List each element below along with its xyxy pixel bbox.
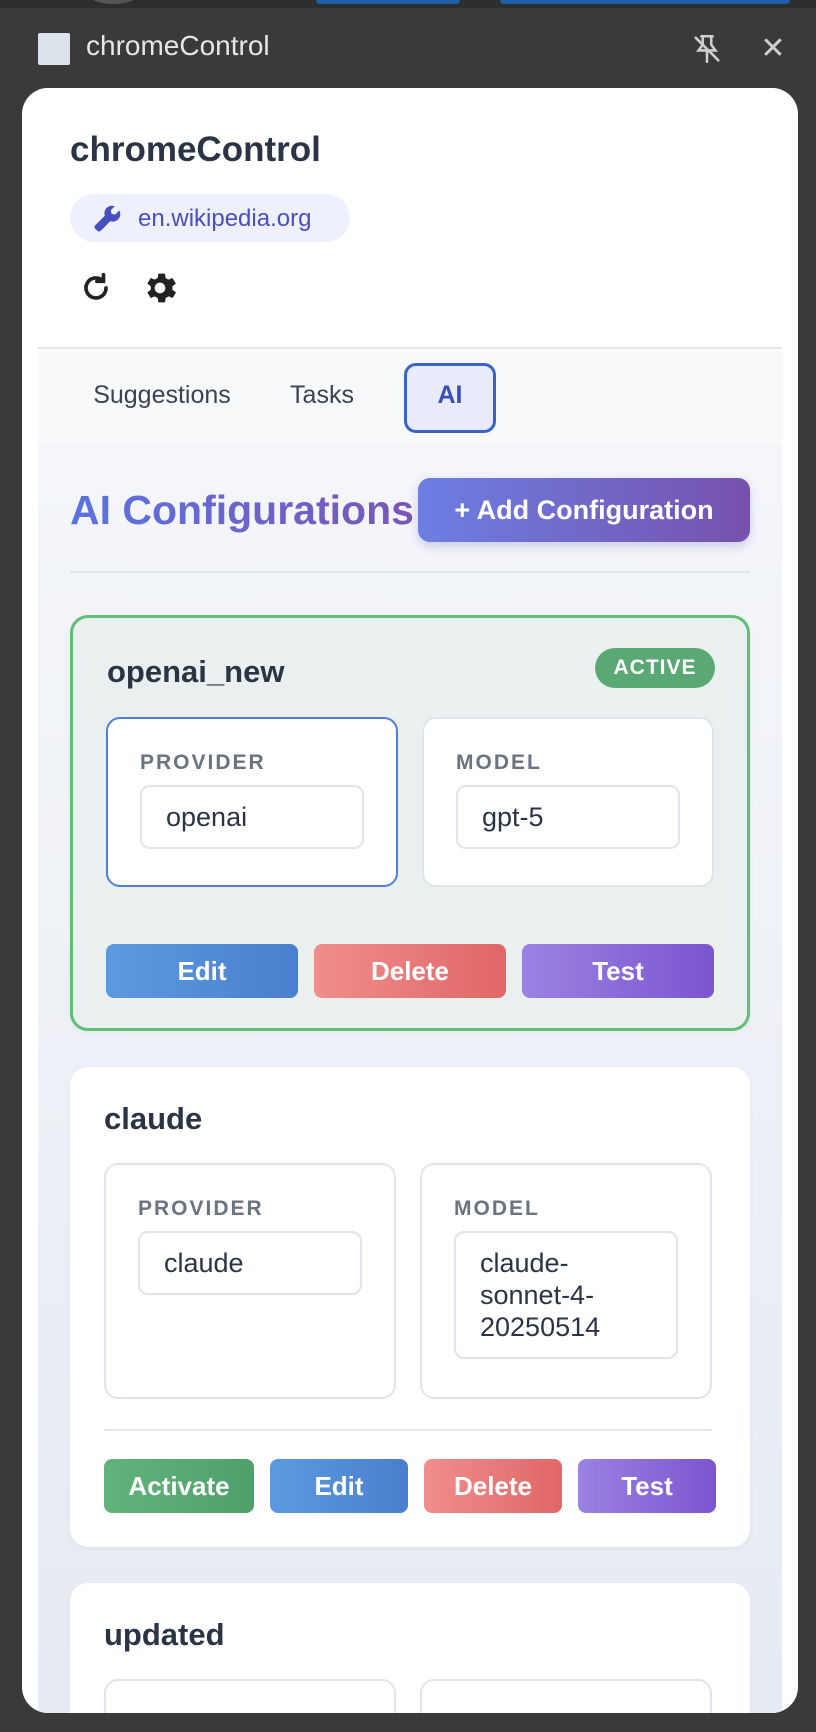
- model-value: gpt-5: [456, 785, 680, 849]
- test-button[interactable]: Test: [578, 1459, 716, 1513]
- provider-value: claude: [138, 1231, 362, 1295]
- config-name: openai_new: [107, 654, 285, 689]
- tab-bar: Suggestions Tasks AI: [38, 349, 782, 445]
- provider-label: PROVIDER: [138, 1197, 264, 1220]
- provider-value: openai: [140, 785, 364, 849]
- window-title: chromeControl: [86, 30, 270, 61]
- model-value: claude- sonnet-4- 20250514: [454, 1231, 678, 1359]
- card-divider: [104, 1429, 712, 1431]
- model-value-line: claude-: [480, 1248, 569, 1278]
- config-name: updated: [104, 1617, 225, 1652]
- domain-label: en.wikipedia.org: [138, 205, 312, 232]
- model-box: MODEL gpt-5: [422, 717, 714, 887]
- provider-label: PROVIDER: [140, 751, 266, 774]
- provider-box: [104, 1679, 396, 1713]
- delete-button[interactable]: Delete: [424, 1459, 562, 1513]
- add-configuration-button[interactable]: + Add Configuration: [418, 478, 750, 542]
- app-title: chromeControl: [70, 130, 321, 169]
- provider-box: PROVIDER claude: [104, 1163, 396, 1399]
- activate-button[interactable]: Activate: [104, 1459, 254, 1513]
- side-panel: chromeControl en.wikipedia.org Suggestio…: [22, 88, 798, 1713]
- app-icon: [38, 33, 70, 65]
- model-value-line: sonnet-4-: [480, 1280, 595, 1310]
- close-icon[interactable]: ✕: [756, 32, 790, 66]
- tab-ai[interactable]: AI: [404, 363, 496, 433]
- top-circle: [86, 0, 140, 4]
- model-box: MODEL claude- sonnet-4- 20250514: [420, 1163, 712, 1399]
- config-name: claude: [104, 1101, 203, 1136]
- gear-icon[interactable]: [140, 268, 180, 308]
- model-value-line: 20250514: [480, 1312, 601, 1342]
- test-button[interactable]: Test: [522, 944, 714, 998]
- model-box: [420, 1679, 712, 1713]
- config-card-claude: claude PROVIDER claude MODEL claude- son…: [70, 1067, 750, 1547]
- wrench-icon: [92, 204, 122, 234]
- edit-button[interactable]: Edit: [270, 1459, 408, 1513]
- unpin-icon[interactable]: [690, 32, 724, 66]
- window-titlebar: chromeControl ✕: [0, 8, 816, 88]
- config-card-openai-new: openai_new ACTIVE PROVIDER openai MODEL …: [70, 615, 750, 1031]
- edit-button[interactable]: Edit: [106, 944, 298, 998]
- domain-chip: en.wikipedia.org: [70, 194, 350, 242]
- config-card-updated: updated: [70, 1583, 750, 1713]
- refresh-icon[interactable]: [76, 268, 116, 308]
- top-strip: [0, 0, 816, 8]
- tab-tasks[interactable]: Tasks: [268, 363, 376, 427]
- panel-header: chromeControl en.wikipedia.org: [38, 88, 782, 348]
- provider-box: PROVIDER openai: [106, 717, 398, 887]
- active-badge: ACTIVE: [595, 648, 715, 688]
- section-title: AI Configurations: [70, 487, 414, 533]
- tab-suggestions[interactable]: Suggestions: [82, 363, 242, 427]
- top-tab-indicator: [316, 0, 460, 4]
- delete-button[interactable]: Delete: [314, 944, 506, 998]
- ai-configurations-section: AI Configurations + Add Configuration op…: [38, 445, 782, 1713]
- section-divider: [70, 571, 750, 573]
- model-label: MODEL: [454, 1197, 540, 1220]
- model-label: MODEL: [456, 751, 542, 774]
- top-tab-indicator: [500, 0, 790, 4]
